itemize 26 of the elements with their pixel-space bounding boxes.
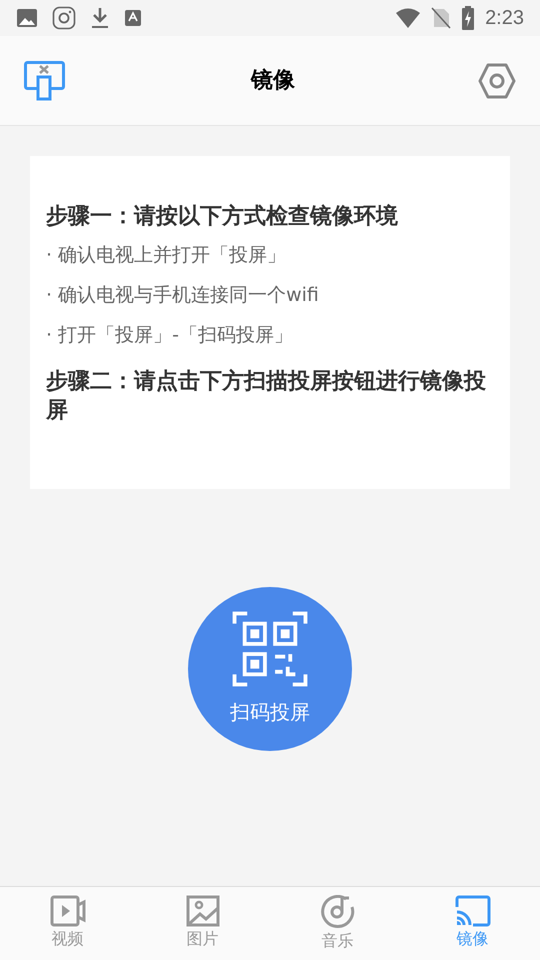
music-icon — [320, 895, 354, 929]
download-icon — [90, 6, 110, 30]
qr-code-icon — [232, 611, 308, 687]
battery-icon — [461, 6, 476, 30]
scan-qr-button[interactable]: 扫码投屏 — [188, 587, 352, 751]
video-icon — [50, 895, 86, 927]
camera-icon — [52, 6, 76, 30]
nav-tab[interactable]: 镜像 — [405, 887, 540, 960]
settings-icon[interactable] — [478, 62, 516, 98]
nav-tab[interactable]: 视频 — [0, 887, 135, 960]
page-title: 镜像 — [251, 67, 295, 95]
screen-mirror-icon[interactable] — [24, 60, 68, 100]
font-icon — [124, 9, 142, 27]
nav-tab[interactable]: 音乐 — [270, 887, 405, 960]
nav-tab[interactable]: 图片 — [135, 887, 270, 960]
step-heading: 步骤二：请点击下方扫描投屏按钮进行镜像投屏 — [46, 368, 487, 425]
picture-icon — [186, 895, 220, 927]
wifi-icon — [395, 7, 422, 29]
step-heading: 步骤一：请按以下方式检查镜像环境 — [46, 202, 399, 231]
instruction-text: · 确认电视与手机连接同一个wifi — [46, 283, 320, 307]
instruction-text: · 确认电视上并打开「投屏」 — [46, 243, 288, 267]
status-time: 2:23 — [485, 6, 524, 31]
cast-icon — [454, 895, 490, 927]
image-icon — [16, 8, 38, 28]
no-sim-icon — [431, 7, 452, 29]
instruction-text: · 打开「投屏」-「扫码投屏」 — [46, 323, 294, 347]
